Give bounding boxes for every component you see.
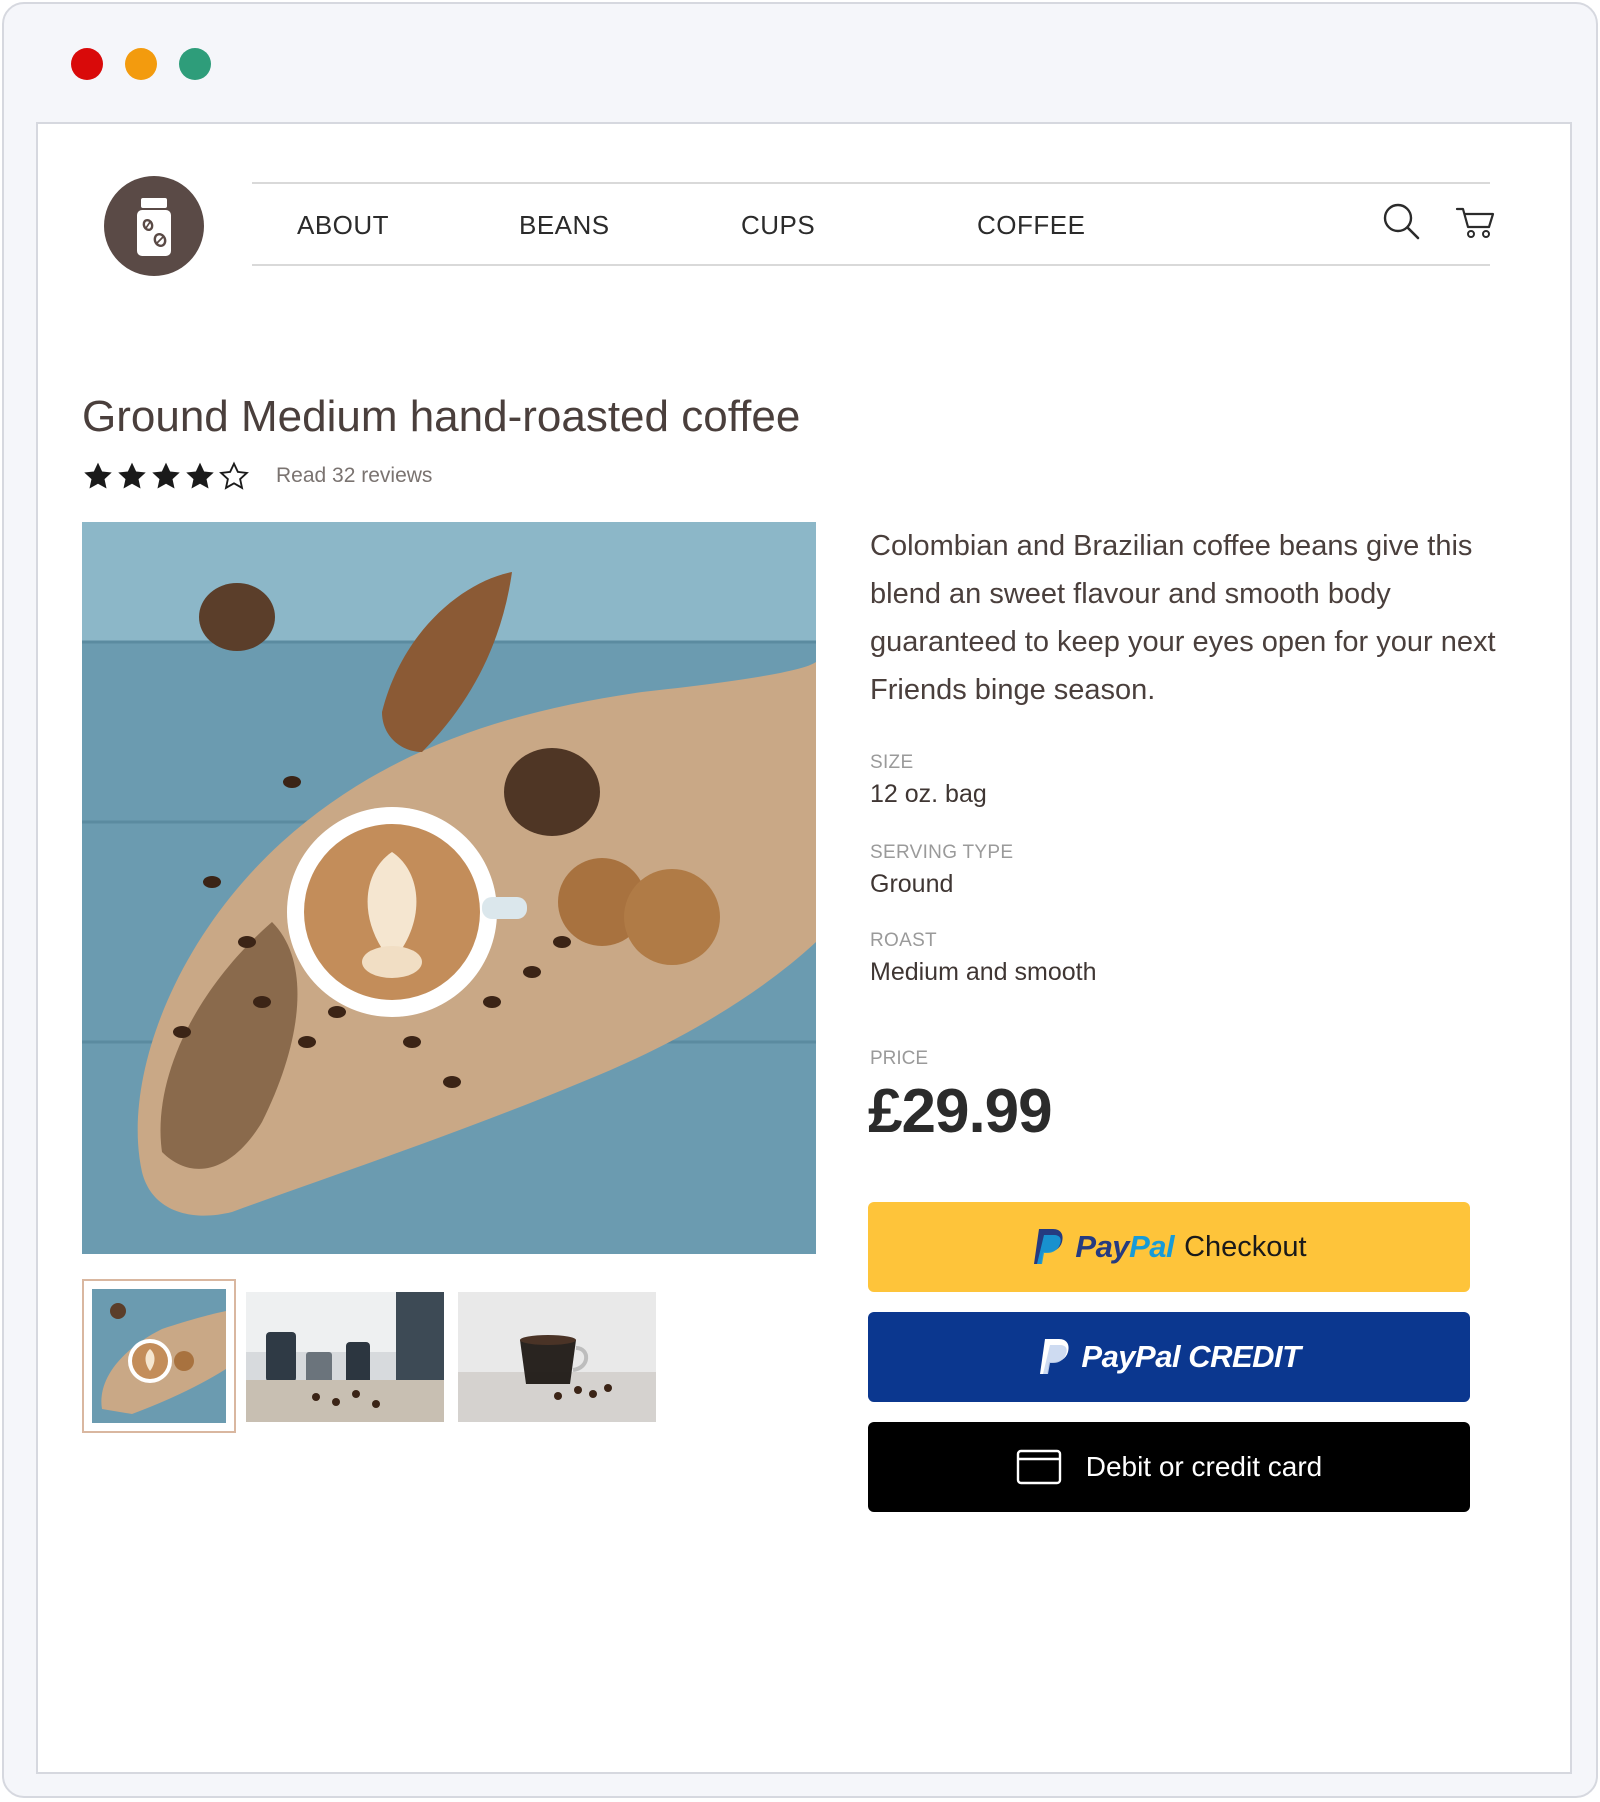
thumbnail-latte-on-board[interactable] — [82, 1279, 236, 1433]
price-label: PRICE — [870, 1048, 929, 1069]
window-maximize-button[interactable] — [179, 48, 211, 80]
product-title: Ground Medium hand-roasted coffee — [82, 392, 801, 441]
star-rating — [82, 460, 250, 492]
window-minimize-button[interactable] — [125, 48, 157, 80]
pour-over-thumbnail-image — [246, 1292, 444, 1422]
thumbnail-pour-over-setup[interactable] — [246, 1292, 444, 1422]
thumbnail-espresso-cup[interactable] — [458, 1292, 656, 1422]
product-description: Colombian and Brazilian coffee beans giv… — [870, 530, 1496, 706]
browser-window: ABOUT BEANS CUPS COFFEE Ground Medium ha… — [2, 2, 1598, 1798]
search-button[interactable] — [1380, 200, 1424, 244]
brand-logo[interactable] — [104, 176, 204, 276]
price-value: £29.99 — [868, 1077, 1053, 1146]
star-filled-icon — [84, 462, 112, 489]
coffee-jar-icon — [137, 198, 171, 256]
cart-button[interactable] — [1454, 200, 1498, 244]
espresso-thumbnail-image — [458, 1292, 656, 1422]
paypal-pay-text: Pay — [1075, 1229, 1130, 1264]
nav-item-beans[interactable]: BEANS — [519, 210, 610, 241]
star-empty-icon — [219, 461, 249, 490]
cart-icon — [1455, 207, 1495, 238]
nav-item-about[interactable]: ABOUT — [297, 210, 389, 241]
star-filled-icon — [152, 462, 180, 489]
spec-label-size: SIZE — [870, 752, 914, 773]
paypal-pal-text: Pal — [1129, 1229, 1175, 1264]
paypal-logo-icon — [1040, 1339, 1069, 1374]
debit-credit-card-button[interactable]: Debit or credit card — [868, 1422, 1470, 1512]
spec-label-serving-type: SERVING TYPE — [870, 842, 1014, 863]
window-close-button[interactable] — [71, 48, 103, 80]
spec-label-roast: ROAST — [870, 930, 937, 951]
checkout-label: Checkout — [1184, 1230, 1307, 1263]
paypal-credit-label: PayPal CREDIT — [1081, 1339, 1301, 1374]
star-filled-icon — [118, 462, 146, 489]
paypal-logo-icon — [1034, 1229, 1063, 1264]
latte-on-board-image — [82, 522, 816, 1254]
star-filled-icon — [186, 462, 214, 489]
spec-value-size: 12 oz. bag — [870, 780, 987, 808]
page-viewport: ABOUT BEANS CUPS COFFEE Ground Medium ha… — [36, 122, 1572, 1774]
main-navigation: ABOUT BEANS CUPS COFFEE — [252, 182, 1495, 266]
spec-value-serving-type: Ground — [870, 870, 954, 898]
nav-item-coffee[interactable]: COFFEE — [977, 210, 1085, 241]
nav-item-cups[interactable]: CUPS — [741, 210, 815, 241]
latte-thumbnail-image — [92, 1289, 226, 1423]
search-icon — [1383, 203, 1420, 240]
spec-value-roast: Medium and smooth — [870, 958, 1097, 986]
card-button-label: Debit or credit card — [1085, 1451, 1323, 1482]
paypal-checkout-button[interactable]: Pay Pal Checkout — [868, 1202, 1470, 1292]
paypal-credit-button[interactable]: PayPal CREDIT — [868, 1312, 1470, 1402]
product-main-image — [82, 522, 816, 1254]
credit-card-icon — [1016, 1449, 1061, 1485]
read-reviews-link[interactable]: Read 32 reviews — [276, 464, 432, 488]
